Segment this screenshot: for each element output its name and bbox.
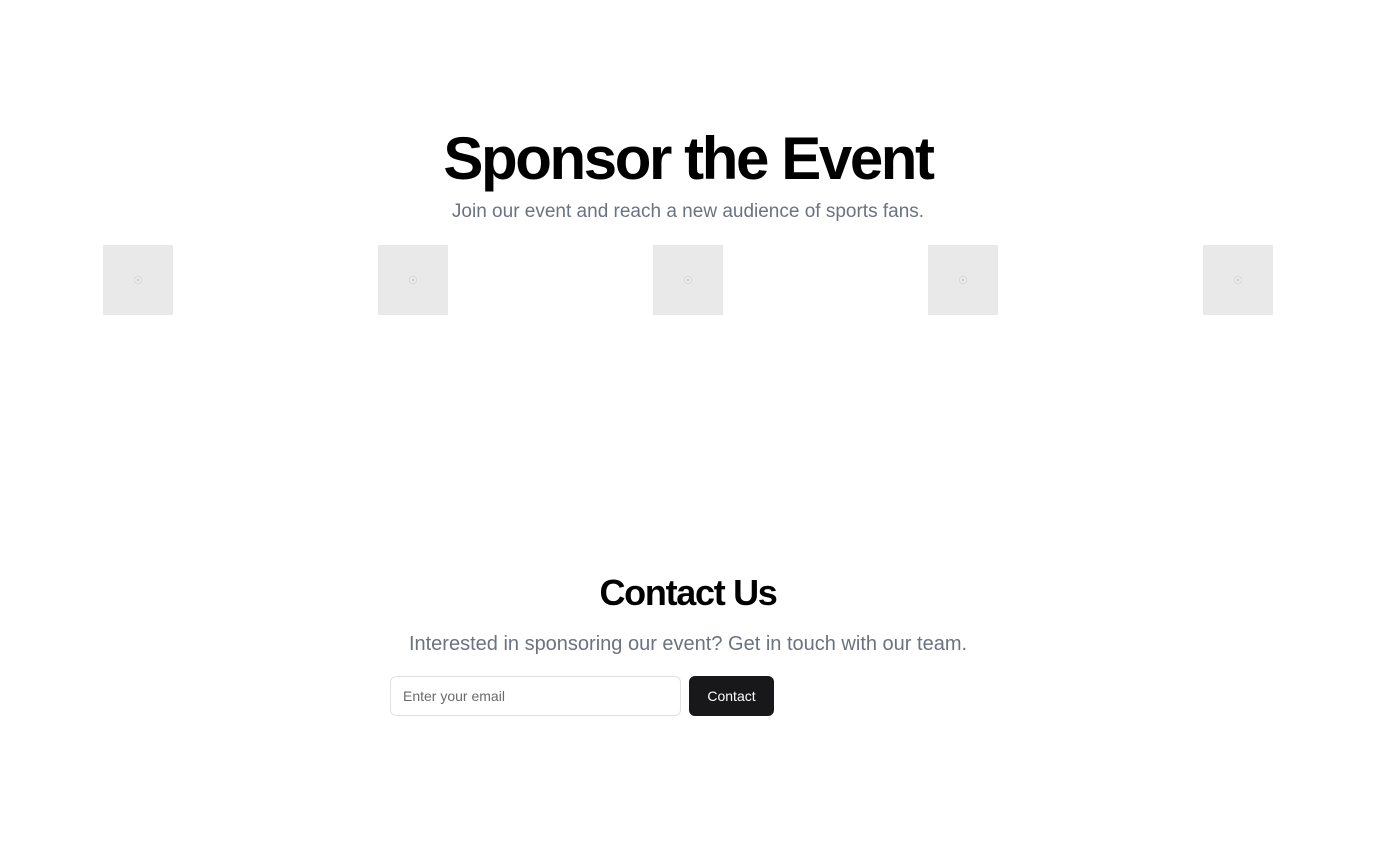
email-input[interactable] (390, 676, 681, 716)
sponsor-logo-placeholder (103, 245, 173, 315)
placeholder-image-icon (1234, 276, 1242, 284)
sponsor-logo-placeholder (378, 245, 448, 315)
sponsor-logo-placeholder (1203, 245, 1273, 315)
page: Sponsor the Event Join our event and rea… (0, 0, 1376, 844)
contact-subtitle: Interested in sponsoring our event? Get … (408, 633, 968, 655)
placeholder-image-icon (409, 276, 417, 284)
sponsor-logo-placeholder (928, 245, 998, 315)
placeholder-image-icon (684, 276, 692, 284)
contact-title: Contact Us (599, 572, 777, 613)
placeholder-image-icon (959, 276, 967, 284)
sponsor-logo-placeholder (653, 245, 723, 315)
placeholder-image-icon (134, 276, 142, 284)
sponsor-title: Sponsor the Event (443, 125, 935, 192)
sponsor-subtitle: Join our event and reach a new audience … (451, 201, 925, 222)
contact-button[interactable]: Contact (689, 676, 774, 716)
